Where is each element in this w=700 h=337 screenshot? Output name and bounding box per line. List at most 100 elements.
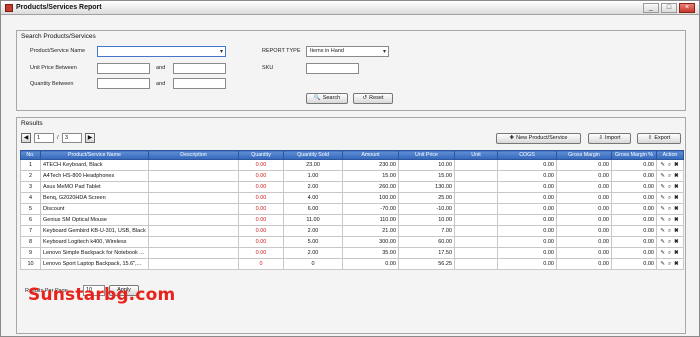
table-cell: 60.00	[398, 236, 455, 248]
column-header[interactable]: Unit	[454, 150, 498, 160]
sku-input[interactable]	[306, 63, 359, 74]
column-header[interactable]: Quantity Sold	[283, 150, 343, 160]
table-row[interactable]: 5 Discount 0.00 6.00 -70.00 -10.00 0.00 0.00 0.0…	[20, 203, 684, 215]
delete-icon[interactable]: ✖	[674, 261, 680, 267]
delete-icon[interactable]: ✖	[674, 239, 680, 245]
unit-price-from-input[interactable]	[97, 63, 150, 74]
column-header[interactable]: Description	[148, 150, 239, 160]
view-icon[interactable]: ⌕	[668, 162, 672, 169]
prev-page-button[interactable]: ◀	[21, 133, 31, 143]
delete-icon[interactable]: ✖	[674, 184, 680, 190]
table-cell: 0.00	[342, 258, 399, 270]
table-cell: 0.00	[497, 247, 557, 259]
table-cell: 2	[20, 170, 41, 182]
import-icon: ⇩	[598, 135, 603, 141]
table-row[interactable]: 9 Lenovo Simple Backpack for Notebook ...…	[20, 247, 684, 259]
search-icon: 🔍	[313, 95, 321, 101]
table-cell: 0.00	[497, 181, 557, 193]
new-product-button[interactable]: ✚ New Product/Service	[496, 133, 581, 144]
column-header[interactable]: Amount	[342, 150, 399, 160]
reset-button[interactable]: ↺ Reset	[353, 93, 393, 104]
table-cell: -70.00	[342, 203, 399, 215]
view-icon[interactable]: ⌕	[668, 261, 672, 268]
table-row[interactable]: 6 Genius SM Optical Mouse 0.00 11.00 110.00 1…	[20, 214, 684, 226]
table-cell: 260.00	[342, 181, 399, 193]
results-panel-title: Results	[21, 120, 43, 127]
table-cell: 0.00	[238, 203, 284, 215]
edit-icon[interactable]: ✎	[660, 195, 666, 201]
table-cell: 0.00	[611, 236, 657, 248]
close-button[interactable]: ×	[679, 3, 695, 13]
edit-icon[interactable]: ✎	[660, 162, 666, 168]
row-actions: ✎ ⌕ ✖	[656, 181, 684, 193]
table-cell: -10.00	[398, 203, 455, 215]
import-button[interactable]: ⇩ Import	[588, 133, 631, 144]
view-icon[interactable]: ⌕	[668, 206, 672, 213]
table-row[interactable]: 8 Keyboard Logitech k400, Wireless 0.00 5.0…	[20, 236, 684, 248]
column-header[interactable]: Gross Margin %	[611, 150, 657, 160]
table-cell: 0.00	[238, 225, 284, 237]
delete-icon[interactable]: ✖	[674, 250, 680, 256]
column-header[interactable]: Unit Price	[398, 150, 455, 160]
column-header[interactable]: COGS	[497, 150, 557, 160]
table-cell: 0.00	[238, 181, 284, 193]
page-number-input[interactable]: 1	[34, 133, 54, 143]
view-icon[interactable]: ⌕	[668, 173, 672, 180]
delete-icon[interactable]: ✖	[674, 173, 680, 179]
table-cell: 23.00	[283, 159, 343, 171]
delete-icon[interactable]: ✖	[674, 228, 680, 234]
table-row[interactable]: 4 Benq, G2020HDA Screen 0.00 4.00 100.00 25.0…	[20, 192, 684, 204]
table-cell	[148, 247, 239, 259]
minimize-button[interactable]: _	[643, 3, 659, 13]
report-type-select[interactable]: Items in Hand ▾	[306, 46, 389, 57]
delete-icon[interactable]: ✖	[674, 195, 680, 201]
view-icon[interactable]: ⌕	[668, 239, 672, 246]
table-cell: 0.00	[238, 214, 284, 226]
table-row[interactable]: 1 4TECH Keyboard, Black 0.00 23.00 230.00 10.…	[20, 159, 684, 171]
view-icon[interactable]: ⌕	[668, 184, 672, 191]
table-cell: 0.00	[497, 258, 557, 270]
edit-icon[interactable]: ✎	[660, 261, 666, 267]
column-header[interactable]: No.	[20, 150, 41, 160]
delete-icon[interactable]: ✖	[674, 206, 680, 212]
table-cell: 0.00	[611, 225, 657, 237]
product-name-select[interactable]: ▾	[97, 46, 226, 57]
table-row[interactable]: 7 Keyboard Gembird KB-U-301, USB, Black 0.…	[20, 225, 684, 237]
unit-price-to-input[interactable]	[173, 63, 226, 74]
edit-icon[interactable]: ✎	[660, 206, 666, 212]
column-header[interactable]: Action	[656, 150, 684, 160]
edit-icon[interactable]: ✎	[660, 239, 666, 245]
view-icon[interactable]: ⌕	[668, 195, 672, 202]
table-cell	[148, 225, 239, 237]
quantity-to-input[interactable]	[173, 78, 226, 89]
edit-icon[interactable]: ✎	[660, 173, 666, 179]
search-button[interactable]: 🔍 Search	[306, 93, 348, 104]
column-header[interactable]: Product/Service Name	[40, 150, 149, 160]
next-page-button[interactable]: ▶	[85, 133, 95, 143]
table-row[interactable]: 2 A4Tech HS-800 Headphones 0.00 1.00 15.00 15…	[20, 170, 684, 182]
table-row[interactable]: 3 Asus MeMO Pad Tablet 0.00 2.00 260.00 130.0…	[20, 181, 684, 193]
view-icon[interactable]: ⌕	[668, 217, 672, 224]
export-button[interactable]: ⇧ Export	[637, 133, 681, 144]
table-cell: 1	[20, 159, 41, 171]
table-header-row: No. Product/Service Name Description Quanti…	[20, 150, 684, 160]
quantity-from-input[interactable]	[97, 78, 150, 89]
results-table: No. Product/Service Name Description Quanti…	[20, 150, 684, 270]
edit-icon[interactable]: ✎	[660, 184, 666, 190]
column-header[interactable]: Quantity	[238, 150, 284, 160]
prev-page-icon: ◀	[23, 135, 29, 141]
delete-icon[interactable]: ✖	[674, 162, 680, 168]
table-body: 1 4TECH Keyboard, Black 0.00 23.00 230.00 10.…	[20, 159, 684, 270]
edit-icon[interactable]: ✎	[660, 217, 666, 223]
view-icon[interactable]: ⌕	[668, 250, 672, 257]
view-icon[interactable]: ⌕	[668, 228, 672, 235]
edit-icon[interactable]: ✎	[660, 228, 666, 234]
column-header[interactable]: Gross Margin	[556, 150, 612, 160]
delete-icon[interactable]: ✖	[674, 217, 680, 223]
edit-icon[interactable]: ✎	[660, 250, 666, 256]
table-cell: 7.00	[398, 225, 455, 237]
table-row[interactable]: 10 Lenovo Sport Laptop Backpack, 15.6",..…	[20, 258, 684, 270]
maximize-button[interactable]: □	[661, 3, 677, 13]
row-actions: ✎ ⌕ ✖	[656, 236, 684, 248]
search-button-label: Search	[322, 95, 341, 101]
